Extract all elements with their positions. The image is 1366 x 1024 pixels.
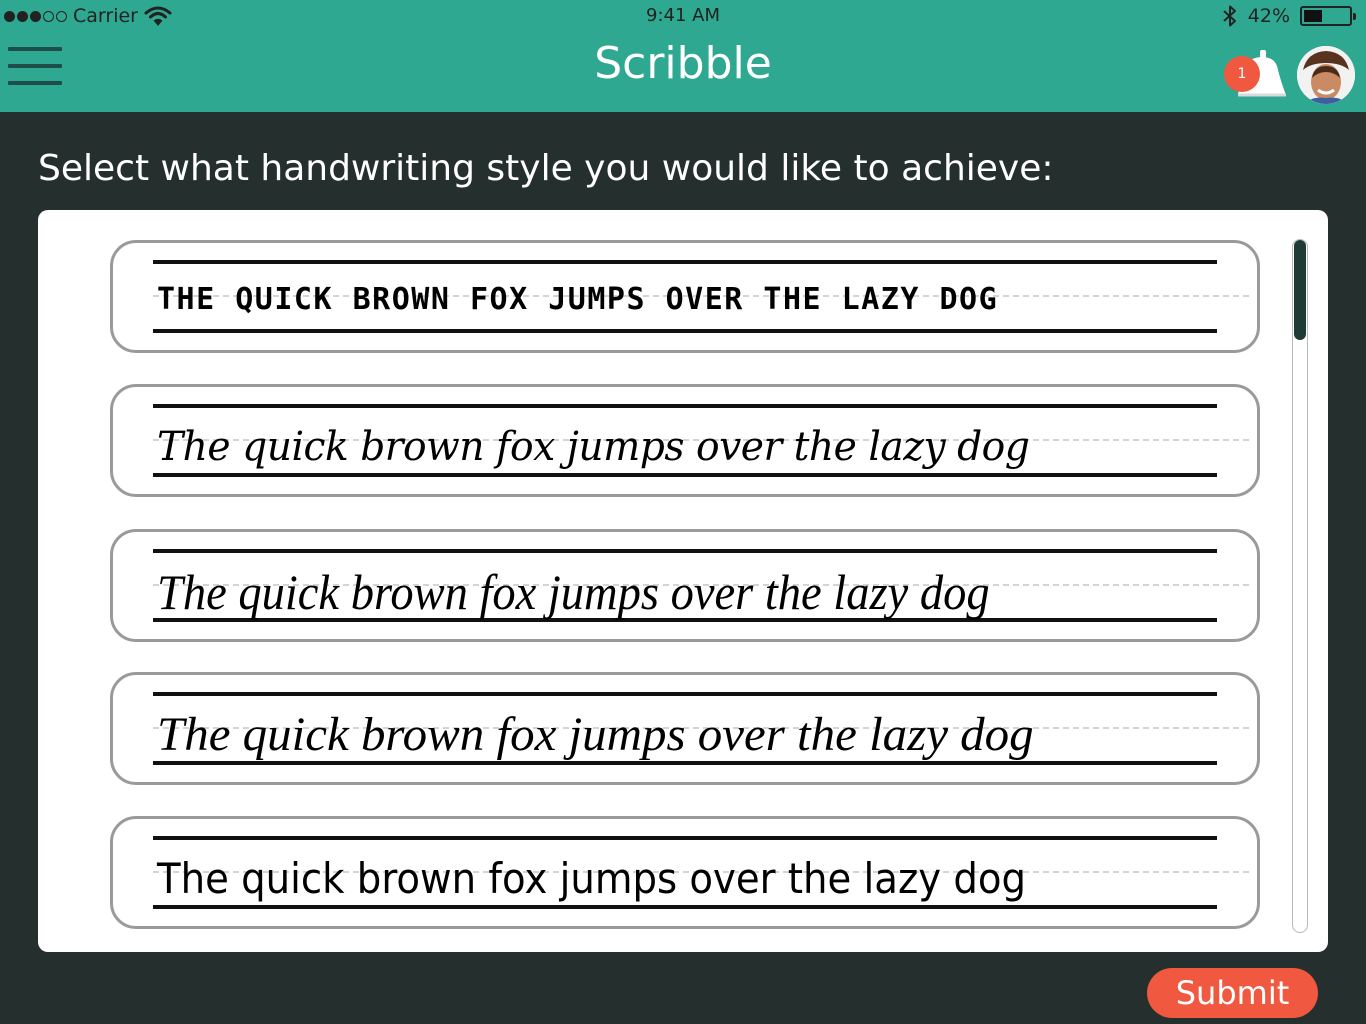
guide-line-top — [153, 404, 1217, 408]
style-list-panel: THE QUICK BROWN FOX JUMPS OVER THE LAZY … — [38, 210, 1328, 952]
notification-badge[interactable]: 1 — [1224, 56, 1260, 92]
style-sample-text: The quick brown fox jumps over the lazy … — [157, 424, 1030, 470]
style-sample-text: The quick brown fox jumps over the lazy … — [157, 564, 990, 620]
guide-line-top — [153, 260, 1217, 264]
style-option-1[interactable]: THE QUICK BROWN FOX JUMPS OVER THE LAZY … — [110, 240, 1260, 353]
battery-fill — [1304, 10, 1323, 22]
guide-line-top — [153, 549, 1217, 553]
style-option-2[interactable]: The quick brown fox jumps over the lazy … — [110, 384, 1260, 497]
status-right: 42% — [1222, 4, 1356, 28]
battery-icon — [1300, 6, 1356, 26]
submit-button[interactable]: Submit — [1147, 968, 1318, 1018]
style-option-5[interactable]: The quick brown fox jumps over the lazy … — [110, 816, 1260, 929]
user-avatar-icon — [1297, 46, 1355, 104]
battery-percent: 42% — [1247, 5, 1290, 27]
style-option-3[interactable]: The quick brown fox jumps over the lazy … — [110, 529, 1260, 642]
page-prompt: Select what handwriting style you would … — [38, 148, 1054, 189]
style-sample-text: The quick brown fox jumps over the lazy … — [157, 708, 1034, 761]
style-option-4[interactable]: The quick brown fox jumps over the lazy … — [110, 672, 1260, 785]
scrollbar-thumb[interactable] — [1294, 240, 1306, 340]
bluetooth-icon — [1223, 5, 1236, 27]
style-sample-text: The quick brown fox jumps over the lazy … — [157, 854, 1027, 903]
scrollbar[interactable] — [1292, 239, 1308, 933]
avatar[interactable] — [1297, 46, 1355, 104]
status-bar: Carrier 9:41 AM 42% — [0, 0, 1366, 34]
app-title: Scribble — [594, 38, 772, 89]
status-time: 9:41 AM — [646, 5, 720, 26]
top-bar: Carrier 9:41 AM 42% Scribble 1 — [0, 0, 1366, 112]
style-sample-text: THE QUICK BROWN FOX JUMPS OVER THE LAZY … — [157, 282, 999, 317]
guide-line-top — [153, 836, 1217, 840]
guide-line-top — [153, 692, 1217, 696]
